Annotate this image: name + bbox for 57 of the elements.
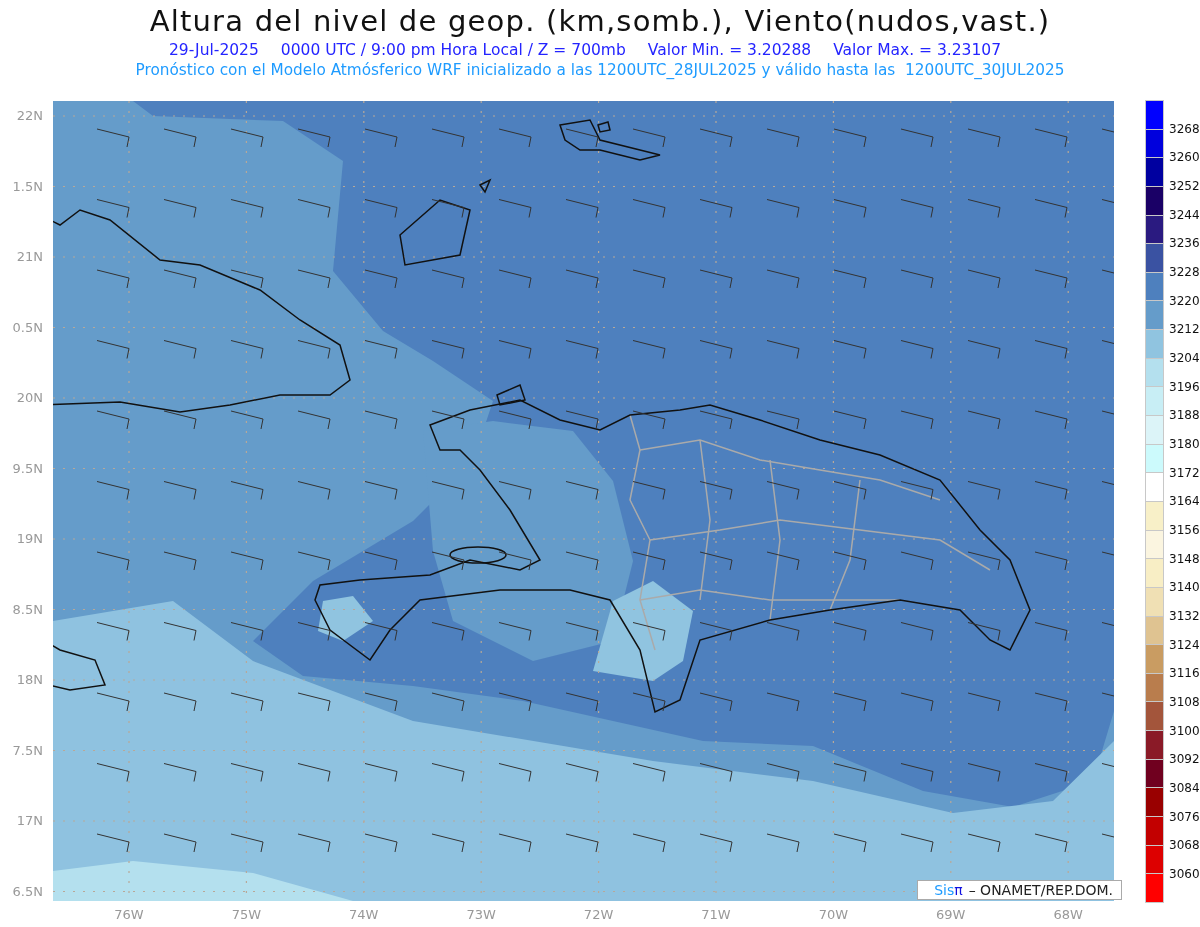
scale-label: 3252 [1169, 178, 1200, 196]
subtitle-text: 0000 UTC / 9:00 pm Hora Local / Z = 700mb [280, 40, 626, 60]
scale-label: 3140 [1169, 579, 1200, 597]
subtitle-text: 29-Jul-2025 [168, 40, 259, 60]
latitude-label: 6.5N [11, 882, 44, 901]
subtitle-text: Valor Max. = 3.23107 [833, 40, 1002, 60]
longitude-label: 74W [348, 907, 380, 922]
chart-title: Altura del nivel de geop. (km,somb.), Viento(nudos,vast.) [149, 3, 1051, 40]
credit-text: – ONAMET/REP.DOM. [968, 882, 1113, 898]
forecast-description: Pronóstico con el Modelo Atmósferico WRF inicializado a las 1200UTC_28JUL2025 y válido hasta las 1200UTC_30JUL2025 [135, 60, 1065, 80]
scale-label: 3212 [1169, 321, 1200, 339]
scale-label: 3164 [1169, 493, 1200, 511]
scale-label: 3196 [1169, 378, 1200, 396]
scale-label: 3188 [1169, 407, 1200, 425]
scale-label: 3236 [1169, 235, 1200, 253]
latitude-label: 19N [15, 530, 44, 548]
latitude-label: 1.5N [11, 177, 44, 196]
latitude-label: 7.5N [11, 741, 44, 760]
subtitle-text: Valor Min. = 3.20288 [647, 40, 812, 60]
latitude-label: 0.5N [11, 318, 44, 337]
latitude-label: 8.5N [11, 600, 44, 619]
scale-label: 3068 [1169, 837, 1200, 855]
latitude-label: 18N [15, 671, 44, 689]
scale-label: 3268 [1169, 120, 1200, 138]
longitude-label: 75W [230, 907, 263, 922]
latitude-label: 20N [15, 389, 44, 407]
scale-label: 3092 [1169, 751, 1200, 769]
scale-label: 3244 [1169, 206, 1200, 224]
longitude-label: 69W [935, 907, 967, 922]
latitude-label: 9.5N [11, 459, 44, 478]
scale-label: 3060 [1169, 866, 1200, 884]
scale-label: 3156 [1169, 522, 1200, 540]
latitude-label: 17N [15, 812, 44, 830]
longitude-label: 70W [817, 907, 850, 922]
scale-label: 3172 [1169, 464, 1200, 482]
longitude-label: 68W [1052, 907, 1084, 922]
scale-label: 3220 [1169, 292, 1200, 310]
longitude-label: 73W [465, 907, 497, 922]
longitude-label: 71W [700, 907, 732, 922]
scale-label: 3132 [1169, 608, 1200, 626]
scale-label: 3180 [1169, 436, 1200, 454]
longitude-label: 72W [582, 907, 615, 922]
latitude-label: 21N [15, 248, 44, 266]
latitude-label: 22N [15, 107, 44, 125]
scale-label: 3228 [1169, 264, 1200, 282]
scale-label: 3260 [1169, 149, 1200, 167]
scale-label: 3204 [1169, 350, 1200, 368]
scale-label: 3084 [1169, 780, 1200, 798]
scale-label: 3116 [1169, 665, 1200, 683]
longitude-label: 76W [113, 907, 145, 922]
scale-label: 3076 [1169, 808, 1200, 826]
logo-text: Sis [934, 882, 955, 898]
scale-label: 3100 [1169, 722, 1200, 740]
logo-text: π [954, 882, 963, 898]
scale-label: 3108 [1169, 694, 1200, 712]
scale-label: 3148 [1169, 550, 1200, 568]
scale-label: 3124 [1169, 636, 1200, 654]
